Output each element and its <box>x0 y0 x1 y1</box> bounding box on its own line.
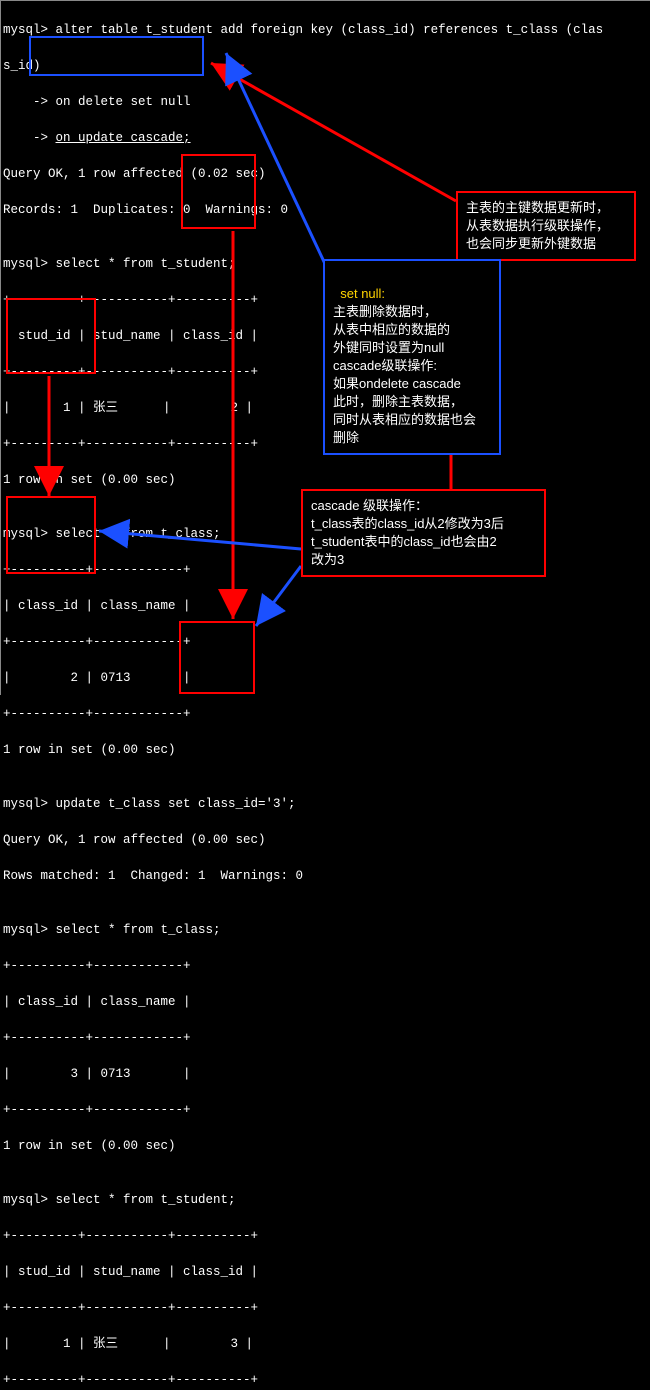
line: 1 row in set (0.00 sec) <box>3 1137 603 1155</box>
line: +----------+------------+ <box>3 1029 603 1047</box>
line: +---------+-----------+----------+ <box>3 1371 603 1389</box>
line: Rows matched: 1 Changed: 1 Warnings: 0 <box>3 867 603 885</box>
line: mysql> select * from t_student; <box>3 1191 603 1209</box>
highlight-on-update-cascade <box>29 36 204 76</box>
line: 1 row in set (0.00 sec) <box>3 741 603 759</box>
highlight-student-classid-col-2 <box>179 621 255 694</box>
annotation-primary-key-update: 主表的主键数据更新时， 从表数据执行级联操作， 也会同步更新外键数据 <box>456 191 636 261</box>
line: +---------+-----------+----------+ <box>3 435 603 453</box>
highlight-student-classid-col <box>181 154 256 229</box>
line: mysql> select * from t_class; <box>3 921 603 939</box>
highlight-class-table-1 <box>6 298 96 374</box>
line: +---------+-----------+----------+ <box>3 1299 603 1317</box>
line: 1 row in set (0.00 sec) <box>3 471 603 489</box>
cascade-clause: on update cascade; <box>56 131 191 145</box>
annotation-cascade-example: cascade 级联操作： t_class表的class_id从2修改为3后 t… <box>301 489 546 577</box>
line: | stud_id | stud_name | class_id | <box>3 1263 603 1281</box>
line: | class_id | class_name | <box>3 993 603 1011</box>
annotation-set-null-body: 主表删除数据时， 从表中相应的数据的 外键同时设置为null cascade级联… <box>333 304 476 445</box>
line: | 1 | 张三 | 2 | <box>3 399 603 417</box>
line: | class_id | class_name | <box>3 597 603 615</box>
line: -> on delete set null <box>3 93 603 111</box>
line: +----------+------------+ <box>3 1101 603 1119</box>
annotation-set-null-heading: set null: <box>340 286 385 301</box>
highlight-class-table-2 <box>6 496 96 574</box>
line: +---------+-----------+----------+ <box>3 1227 603 1245</box>
line: | 2 | 0713 | <box>3 669 603 687</box>
line: +----------+------------+ <box>3 957 603 975</box>
line: +----------+------------+ <box>3 705 603 723</box>
line: -> on update cascade; <box>3 129 603 147</box>
annotation-set-null-cascade: set null: 主表删除数据时， 从表中相应的数据的 外键同时设置为null… <box>323 259 501 455</box>
line: Query OK, 1 row affected (0.00 sec) <box>3 831 603 849</box>
line: | 1 | 张三 | 3 | <box>3 1335 603 1353</box>
line: mysql> update t_class set class_id='3'; <box>3 795 603 813</box>
line: | 3 | 0713 | <box>3 1065 603 1083</box>
line: Query OK, 1 row affected (0.02 sec) <box>3 165 603 183</box>
line: +----------+------------+ <box>3 633 603 651</box>
